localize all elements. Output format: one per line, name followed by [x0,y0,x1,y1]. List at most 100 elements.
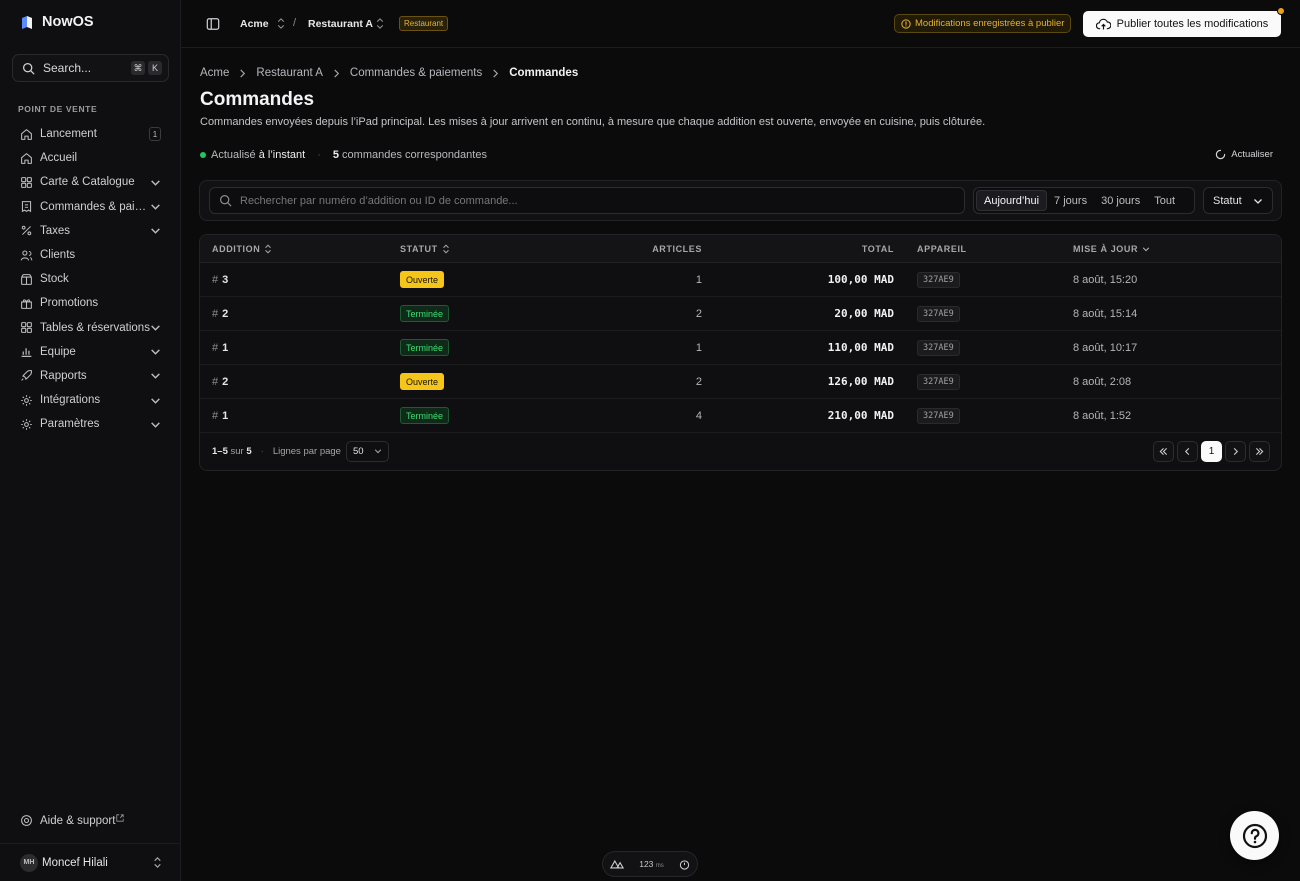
sidebar-item-label: Intégrations [40,394,101,407]
sidebar-item-tables-reservations[interactable]: Tables & réservations [12,316,169,340]
publish-all-button[interactable]: Publier toutes les modifications [1083,7,1285,37]
chevrons-up-down-icon[interactable] [375,17,385,30]
range-30-days[interactable]: 30 jours [1094,190,1147,211]
sidebar-item-commandes-paiements[interactable]: Commandes & paiements [12,195,169,219]
publish-label: Publier toutes les modifications [1116,18,1269,30]
sidebar-item-clients[interactable]: Clients [12,243,169,267]
table-body: #3 Ouverte 1 100,00 MAD 327AE9 8 août, 15:20 #… [200,263,1281,433]
sidebar-item-label: Rapports [40,369,87,382]
breadcrumb-item[interactable]: Commandes & paiements [350,67,482,79]
cell-addition: #2 [212,307,229,320]
sidebar-item-label: Équipe [40,345,76,358]
sidebar-item-accueil[interactable]: Accueil [12,146,169,170]
sidebar-item-promotions[interactable]: Promotions [12,291,169,315]
sidebar-item-rapports[interactable]: Rapports [12,364,169,388]
cell-device: 327AE9 [917,263,960,296]
cell-status: Terminée [400,331,450,364]
table-row[interactable]: #1 Terminée 1 110,00 MAD 327AE9 8 août, 10:17 [200,331,1281,365]
logo-icon [22,16,32,29]
rows-per-page-label: Lignes par page [272,445,341,457]
sidebar-item-label: Accueil [40,152,78,165]
device-id-badge: 327AE9 [917,373,960,390]
sort-icon [442,244,449,253]
range-all[interactable]: Tout [1147,190,1182,211]
sidebar-item-label: Clients [40,249,76,262]
breadcrumb-item[interactable]: Restaurant A [256,67,322,79]
brand[interactable]: NowOS [20,14,94,30]
table-row[interactable]: #2 Terminée 2 20,00 MAD 327AE9 8 août, 15:14 [200,297,1281,331]
kbd-k: K [148,61,162,75]
restaurant-selector[interactable]: Restaurant A [308,18,373,30]
live-prefix: Actualisé [211,149,256,161]
table-header: ADDITION STATUT ARTICLES TOTAL APPAREIL … [200,235,1281,263]
column-header-addition[interactable]: ADDITION [212,235,272,262]
box-icon [21,273,32,285]
filter-bar: Rechercher par numéro d’addition ou ID d… [199,180,1282,221]
breadcrumb-item[interactable]: Acme [200,67,229,79]
chevrons-up-down-icon[interactable] [276,17,286,30]
header-label: ADDITION [212,243,261,254]
chevron-down-icon[interactable] [150,419,161,430]
status-filter-dropdown[interactable]: Statut [1203,187,1273,214]
refresh-label: Actualiser [1231,149,1273,160]
next-page-button[interactable] [1225,441,1246,462]
cell-addition: #1 [212,341,229,354]
user-menu[interactable]: MH Moncef Hilali [0,843,181,881]
users-icon [20,250,33,261]
refresh-icon [1216,149,1226,160]
sidebar: NowOS Search... ⌘ K POINT DE VENTE Lance… [0,0,181,881]
search-button[interactable]: Search... ⌘ K [12,54,169,82]
prev-page-button[interactable] [1177,441,1198,462]
help-support-link[interactable]: Aide & support [20,813,125,827]
chevron-right-icon [334,68,340,78]
addition-number: 2 [222,307,229,320]
help-button[interactable] [1230,811,1279,860]
grid-icon [21,177,32,188]
column-header-updated[interactable]: MISE À JOUR [1073,235,1150,262]
sidebar-item-stock[interactable]: Stock [12,267,169,291]
dev-toolbar[interactable]: 123 ms [602,851,698,877]
home-icon [21,128,32,140]
cell-updated: 8 août, 2:08 [1073,375,1132,388]
cell-updated: 8 août, 10:17 [1073,341,1138,354]
home-icon [21,152,32,164]
gear-icon [21,419,32,430]
header-label: STATUT [400,243,438,254]
main-content: Acme Restaurant A Commandes & paiements … [181,48,1300,881]
column-header-articles: ARTICLES [630,235,702,262]
range-today[interactable]: Aujourd’hui [976,190,1048,211]
dot-separator: · [260,445,264,457]
chevron-down-icon[interactable] [150,395,161,406]
sidebar-item-carte-catalogue[interactable]: Carte & Catalogue [12,170,169,194]
table-row[interactable]: #3 Ouverte 1 100,00 MAD 327AE9 8 août, 15:20 [200,263,1281,297]
chevron-down-icon[interactable] [150,177,161,188]
page-button-current[interactable]: 1 [1201,441,1222,462]
device-id-badge: 327AE9 [917,305,960,322]
cell-total: 100,00 MAD [827,273,894,286]
chevron-down-icon[interactable] [150,225,161,236]
range-7-days[interactable]: 7 jours [1047,190,1094,211]
table-row[interactable]: #1 Terminée 4 210,00 MAD 327AE9 8 août, 1:52 [200,399,1281,433]
sidebar-item-equipe[interactable]: Équipe [12,340,169,364]
chevron-down-icon[interactable] [150,346,161,357]
chevron-down-icon[interactable] [150,201,161,212]
first-page-button[interactable] [1153,441,1174,462]
chevron-down-icon[interactable] [150,322,161,333]
sidebar-item-taxes[interactable]: Taxes [12,219,169,243]
live-indicator [200,152,206,158]
cell-total: 210,00 MAD [827,409,894,422]
refresh-button[interactable]: Actualiser [1215,149,1273,160]
chevron-down-icon[interactable] [150,370,161,381]
last-page-button[interactable] [1249,441,1270,462]
order-search-input[interactable]: Rechercher par numéro d’addition ou ID d… [209,187,965,214]
cell-addition: #3 [212,273,229,286]
rows-per-page-select[interactable]: 50 [345,440,389,462]
sidebar-item-parametres[interactable]: Paramètres [12,412,169,436]
sidebar-toggle-icon[interactable] [206,17,220,31]
org-selector[interactable]: Acme [240,18,269,30]
sidebar-item-lancement[interactable]: Lancement 1 [12,122,169,146]
table-row[interactable]: #2 Ouverte 2 126,00 MAD 327AE9 8 août, 2:08 [200,365,1281,399]
sidebar-item-label: Paramètres [40,418,100,431]
column-header-status[interactable]: STATUT [400,235,450,262]
sidebar-item-integrations[interactable]: Intégrations [12,388,169,412]
